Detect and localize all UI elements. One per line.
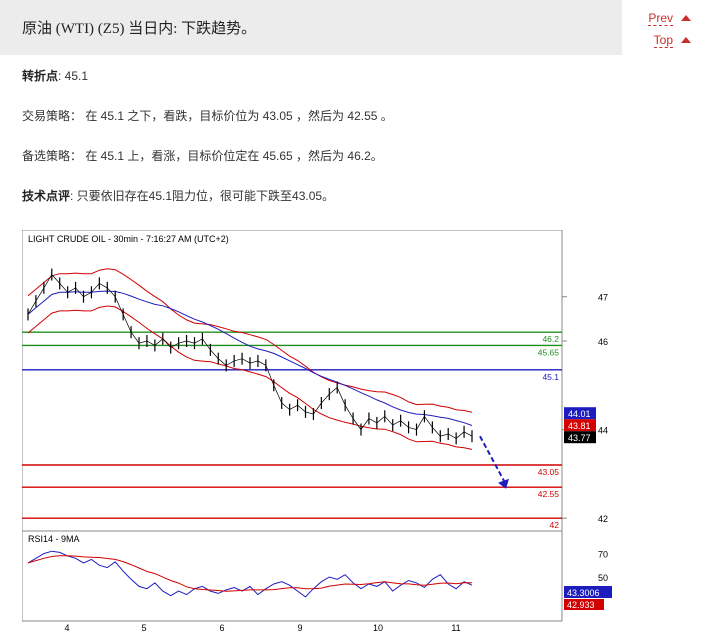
y-tick-label: 44 (598, 426, 608, 436)
oil-price-chart: LIGHT CRUDE OIL - 30min - 7:16:27 AM (UT… (22, 230, 612, 632)
x-tick-label: 6 (219, 623, 224, 632)
rsi-tick-label: 50 (598, 573, 608, 583)
chart-title: LIGHT CRUDE OIL - 30min - 7:16:27 AM (UT… (28, 234, 229, 244)
pivot-paragraph: 转折点: 45.1 (22, 67, 88, 84)
x-tick-label: 4 (64, 623, 69, 632)
level-label: 46.2 (542, 334, 559, 344)
y-tick-label: 42 (598, 514, 608, 524)
arrow-up-icon (681, 15, 691, 21)
level-label: 42.55 (538, 489, 560, 499)
y-tick-label: 47 (598, 293, 608, 303)
top-link[interactable]: Top (653, 33, 691, 48)
level-label: 45.1 (542, 372, 559, 382)
comment-text: : 只要依旧存在45.1阻力位，很可能下跌至43.05。 (70, 189, 335, 203)
price-tag-label: 43.81 (568, 421, 591, 431)
comment-label: 技术点评 (22, 189, 71, 203)
x-tick-label: 9 (297, 623, 302, 632)
page-title: 原油 (WTI) (Z5) 当日内: 下跌趋势。 (22, 21, 257, 37)
y-tick-label: 46 (598, 337, 608, 347)
level-label: 45.65 (538, 347, 560, 357)
rsi-tick-label: 70 (598, 550, 608, 560)
x-tick-label: 5 (141, 623, 146, 632)
rsi-panel (22, 530, 563, 622)
prev-link[interactable]: Prev (648, 11, 691, 26)
comment-paragraph: 技术点评: 只要依旧存在45.1阻力位，很可能下跌至43.05。 (22, 187, 334, 204)
strategy-paragraph: 交易策略： 在 45.1 之下，看跌，目标价位为 43.05 ，然后为 42.5… (22, 109, 393, 123)
arrow-up-icon (681, 37, 691, 43)
price-tag-label: 43.77 (568, 433, 591, 443)
level-label: 42 (550, 520, 560, 530)
rsi-value-label: 43.3006 (567, 588, 600, 598)
prev-label[interactable]: Prev (648, 11, 673, 26)
pivot-value: : 45.1 (58, 69, 89, 83)
page-header: 原油 (WTI) (Z5) 当日内: 下跌趋势。 (0, 0, 622, 55)
top-label[interactable]: Top (653, 33, 673, 48)
x-tick-label: 10 (373, 623, 383, 632)
level-label: 43.05 (538, 467, 560, 477)
alternative-paragraph: 备选策略： 在 45.1 上，看涨，目标价位定在 45.65 ，然后为 46.2… (22, 149, 383, 163)
x-tick-label: 11 (451, 623, 460, 632)
rsi-title: RSI14 - 9MA (28, 534, 80, 544)
rsi-ma-value-label: 42.933 (567, 600, 595, 610)
price-tag-label: 44.01 (568, 409, 591, 419)
price-panel (22, 230, 563, 532)
pivot-label: 转折点 (22, 69, 59, 83)
